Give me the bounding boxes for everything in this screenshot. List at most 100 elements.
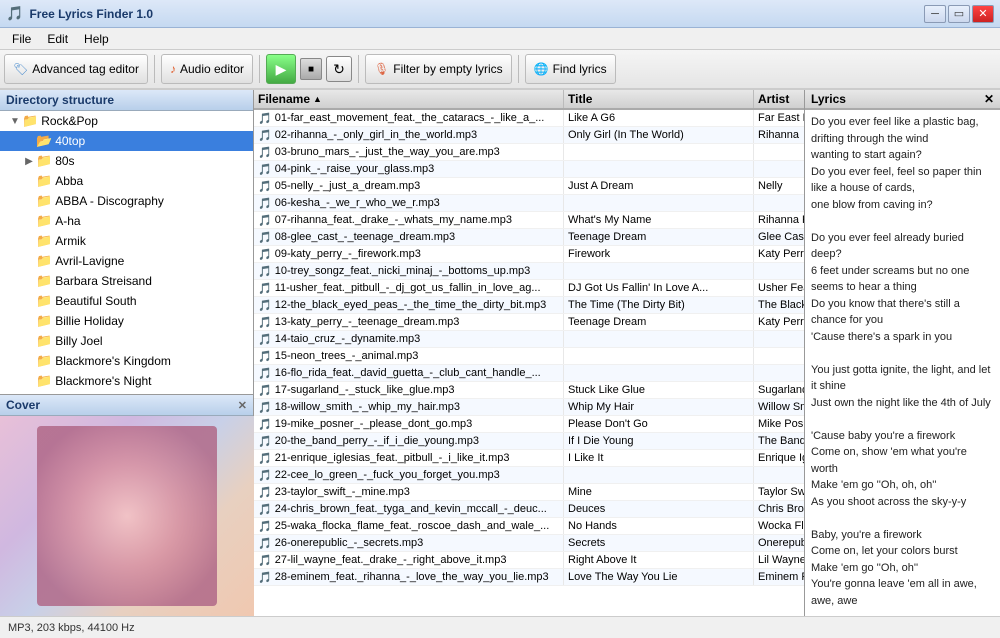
play-button[interactable]: ▶ — [266, 54, 296, 84]
stop-button[interactable]: ■ — [300, 58, 322, 80]
cell-filename: 🎵10-trey_songz_feat._nicki_minaj_-_botto… — [254, 263, 564, 279]
tree-item-billie[interactable]: 📁 Billie Holiday — [0, 311, 253, 331]
table-row[interactable]: 🎵05-nelly_-_just_a_dream.mp3Just A Dream… — [254, 178, 804, 195]
cell-artist — [754, 195, 804, 211]
table-row[interactable]: 🎵28-eminem_feat._rihanna_-_love_the_way_… — [254, 569, 804, 586]
table-row[interactable]: 🎵24-chris_brown_feat._tyga_and_kevin_mcc… — [254, 501, 804, 518]
tree-item-40top[interactable]: 📂 40top — [0, 131, 253, 151]
tree-item-80s[interactable]: ▶ 📁 80s — [0, 151, 253, 171]
cell-filename: 🎵23-taylor_swift_-_mine.mp3 — [254, 484, 564, 500]
toolbar: 🏷 Advanced tag editor ♪ Audio editor ▶ ■… — [0, 50, 1000, 90]
tree-label-blackmores-kingdom: Blackmore's Kingdom — [55, 354, 171, 368]
cell-artist: The Black Eye — [754, 297, 804, 313]
tree-item-avril[interactable]: 📁 Avril-Lavigne — [0, 251, 253, 271]
table-row[interactable]: 🎵14-taio_cruz_-_dynamite.mp3 — [254, 331, 804, 348]
table-row[interactable]: 🎵04-pink_-_raise_your_glass.mp3 — [254, 161, 804, 178]
main-layout: Directory structure ▼ 📁 Rock&Pop 📂 40top… — [0, 90, 1000, 616]
tree-item-abba-disco[interactable]: 📁 ABBA - Discography — [0, 191, 253, 211]
tree-view[interactable]: ▼ 📁 Rock&Pop 📂 40top ▶ 📁 80s 📁 — [0, 111, 253, 394]
table-row[interactable]: 🎵17-sugarland_-_stuck_like_glue.mp3Stuck… — [254, 382, 804, 399]
cell-filename: 🎵02-rihanna_-_only_girl_in_the_world.mp3 — [254, 127, 564, 143]
table-row[interactable]: 🎵27-lil_wayne_feat._drake_-_right_above_… — [254, 552, 804, 569]
cell-artist — [754, 161, 804, 177]
cell-filename: 🎵25-waka_flocka_flame_feat._roscoe_dash_… — [254, 518, 564, 534]
table-row[interactable]: 🎵21-enrique_iglesias_feat._pitbull_-_i_l… — [254, 450, 804, 467]
tree-label-beautiful-south: Beautiful South — [55, 294, 136, 308]
tree-item-blackmores-night[interactable]: 📁 Blackmore's Night — [0, 371, 253, 391]
table-row[interactable]: 🎵07-rihanna_feat._drake_-_whats_my_name.… — [254, 212, 804, 229]
table-row[interactable]: 🎵06-kesha_-_we_r_who_we_r.mp3 — [254, 195, 804, 212]
filter-lyrics-button[interactable]: 🎙 Filter by empty lyrics — [365, 54, 512, 84]
music-file-icon: 🎵 — [258, 129, 272, 142]
filename-text: 25-waka_flocka_flame_feat._roscoe_dash_a… — [275, 520, 550, 532]
cell-artist: Nelly — [754, 178, 804, 194]
table-row[interactable]: 🎵11-usher_feat._pitbull_-_dj_got_us_fall… — [254, 280, 804, 297]
cell-title — [564, 161, 754, 177]
cover-image — [0, 416, 254, 616]
folder-icon-beautiful-south: 📁 — [36, 293, 52, 309]
folder-icon-blackmores-night: 📁 — [36, 373, 52, 389]
table-row[interactable]: 🎵26-onerepublic_-_secrets.mp3SecretsOner… — [254, 535, 804, 552]
refresh-button[interactable]: ↻ — [326, 56, 352, 82]
table-row[interactable]: 🎵08-glee_cast_-_teenage_dream.mp3Teenage… — [254, 229, 804, 246]
tree-item-blackmores-kingdom[interactable]: 📁 Blackmore's Kingdom — [0, 351, 253, 371]
table-row[interactable]: 🎵18-willow_smith_-_whip_my_hair.mp3Whip … — [254, 399, 804, 416]
expand-root[interactable]: ▼ — [8, 116, 22, 127]
filter-icon: 🎙 — [374, 62, 389, 76]
table-row[interactable]: 🎵19-mike_posner_-_please_dont_go.mp3Plea… — [254, 416, 804, 433]
close-button[interactable]: ✕ — [972, 5, 994, 23]
audio-editor-button[interactable]: ♪ Audio editor — [161, 54, 253, 84]
table-row[interactable]: 🎵16-flo_rida_feat._david_guetta_-_club_c… — [254, 365, 804, 382]
tree-item-beautiful-south[interactable]: 📁 Beautiful South — [0, 291, 253, 311]
cell-artist: The Band Perr — [754, 433, 804, 449]
table-row[interactable]: 🎵10-trey_songz_feat._nicki_minaj_-_botto… — [254, 263, 804, 280]
folder-icon-root: 📁 — [22, 113, 38, 129]
table-row[interactable]: 🎵02-rihanna_-_only_girl_in_the_world.mp3… — [254, 127, 804, 144]
expand-80s[interactable]: ▶ — [22, 156, 36, 167]
file-panel: Filename ▲ Title Artist 🎵01-far_east_mov… — [254, 90, 805, 616]
table-row[interactable]: 🎵25-waka_flocka_flame_feat._roscoe_dash_… — [254, 518, 804, 535]
lyrics-close-button[interactable]: ✕ — [984, 92, 994, 106]
menu-edit[interactable]: Edit — [39, 30, 76, 48]
file-list[interactable]: 🎵01-far_east_movement_feat._the_cataracs… — [254, 110, 804, 616]
tree-item-root[interactable]: ▼ 📁 Rock&Pop — [0, 111, 253, 131]
advanced-tag-editor-button[interactable]: 🏷 Advanced tag editor — [4, 54, 148, 84]
music-file-icon: 🎵 — [258, 503, 272, 516]
col-header-filename[interactable]: Filename ▲ — [254, 90, 564, 108]
restore-button[interactable]: ▭ — [948, 5, 970, 23]
table-row[interactable]: 🎵01-far_east_movement_feat._the_cataracs… — [254, 110, 804, 127]
folder-icon-billy-joel: 📁 — [36, 333, 52, 349]
cell-title — [564, 263, 754, 279]
cell-title: Only Girl (In The World) — [564, 127, 754, 143]
menu-file[interactable]: File — [4, 30, 39, 48]
tree-item-barbara[interactable]: 📁 Barbara Streisand — [0, 271, 253, 291]
col-filename-label: Filename — [258, 92, 310, 106]
tree-item-abba[interactable]: 📁 Abba — [0, 171, 253, 191]
col-title-label: Title — [568, 92, 592, 106]
find-lyrics-button[interactable]: 🌐 Find lyrics — [525, 54, 616, 84]
tree-item-armik[interactable]: 📁 Armik — [0, 231, 253, 251]
menu-help[interactable]: Help — [76, 30, 117, 48]
table-row[interactable]: 🎵23-taylor_swift_-_mine.mp3MineTaylor Sw… — [254, 484, 804, 501]
table-row[interactable]: 🎵09-katy_perry_-_firework.mp3FireworkKat… — [254, 246, 804, 263]
cell-title: No Hands — [564, 518, 754, 534]
cell-filename: 🎵08-glee_cast_-_teenage_dream.mp3 — [254, 229, 564, 245]
music-file-icon: 🎵 — [258, 554, 272, 567]
col-header-title[interactable]: Title — [564, 90, 754, 108]
minimize-button[interactable]: ─ — [924, 5, 946, 23]
table-row[interactable]: 🎵20-the_band_perry_-_if_i_die_young.mp3I… — [254, 433, 804, 450]
table-row[interactable]: 🎵03-bruno_mars_-_just_the_way_you_are.mp… — [254, 144, 804, 161]
table-row[interactable]: 🎵15-neon_trees_-_animal.mp3 — [254, 348, 804, 365]
filename-text: 04-pink_-_raise_your_glass.mp3 — [275, 163, 435, 175]
table-row[interactable]: 🎵12-the_black_eyed_peas_-_the_time_the_d… — [254, 297, 804, 314]
tree-item-billy-joel[interactable]: 📁 Billy Joel — [0, 331, 253, 351]
table-row[interactable]: 🎵22-cee_lo_green_-_fuck_you_forget_you.m… — [254, 467, 804, 484]
cover-close-button[interactable]: ✕ — [238, 399, 247, 412]
table-row[interactable]: 🎵13-katy_perry_-_teenage_dream.mp3Teenag… — [254, 314, 804, 331]
audio-editor-icon: ♪ — [170, 62, 176, 76]
app-icon: 🎵 — [6, 5, 23, 22]
filter-label: Filter by empty lyrics — [393, 62, 502, 76]
tree-item-aha[interactable]: 📁 A-ha — [0, 211, 253, 231]
cell-title: Teenage Dream — [564, 229, 754, 245]
filename-text: 09-katy_perry_-_firework.mp3 — [275, 248, 421, 260]
